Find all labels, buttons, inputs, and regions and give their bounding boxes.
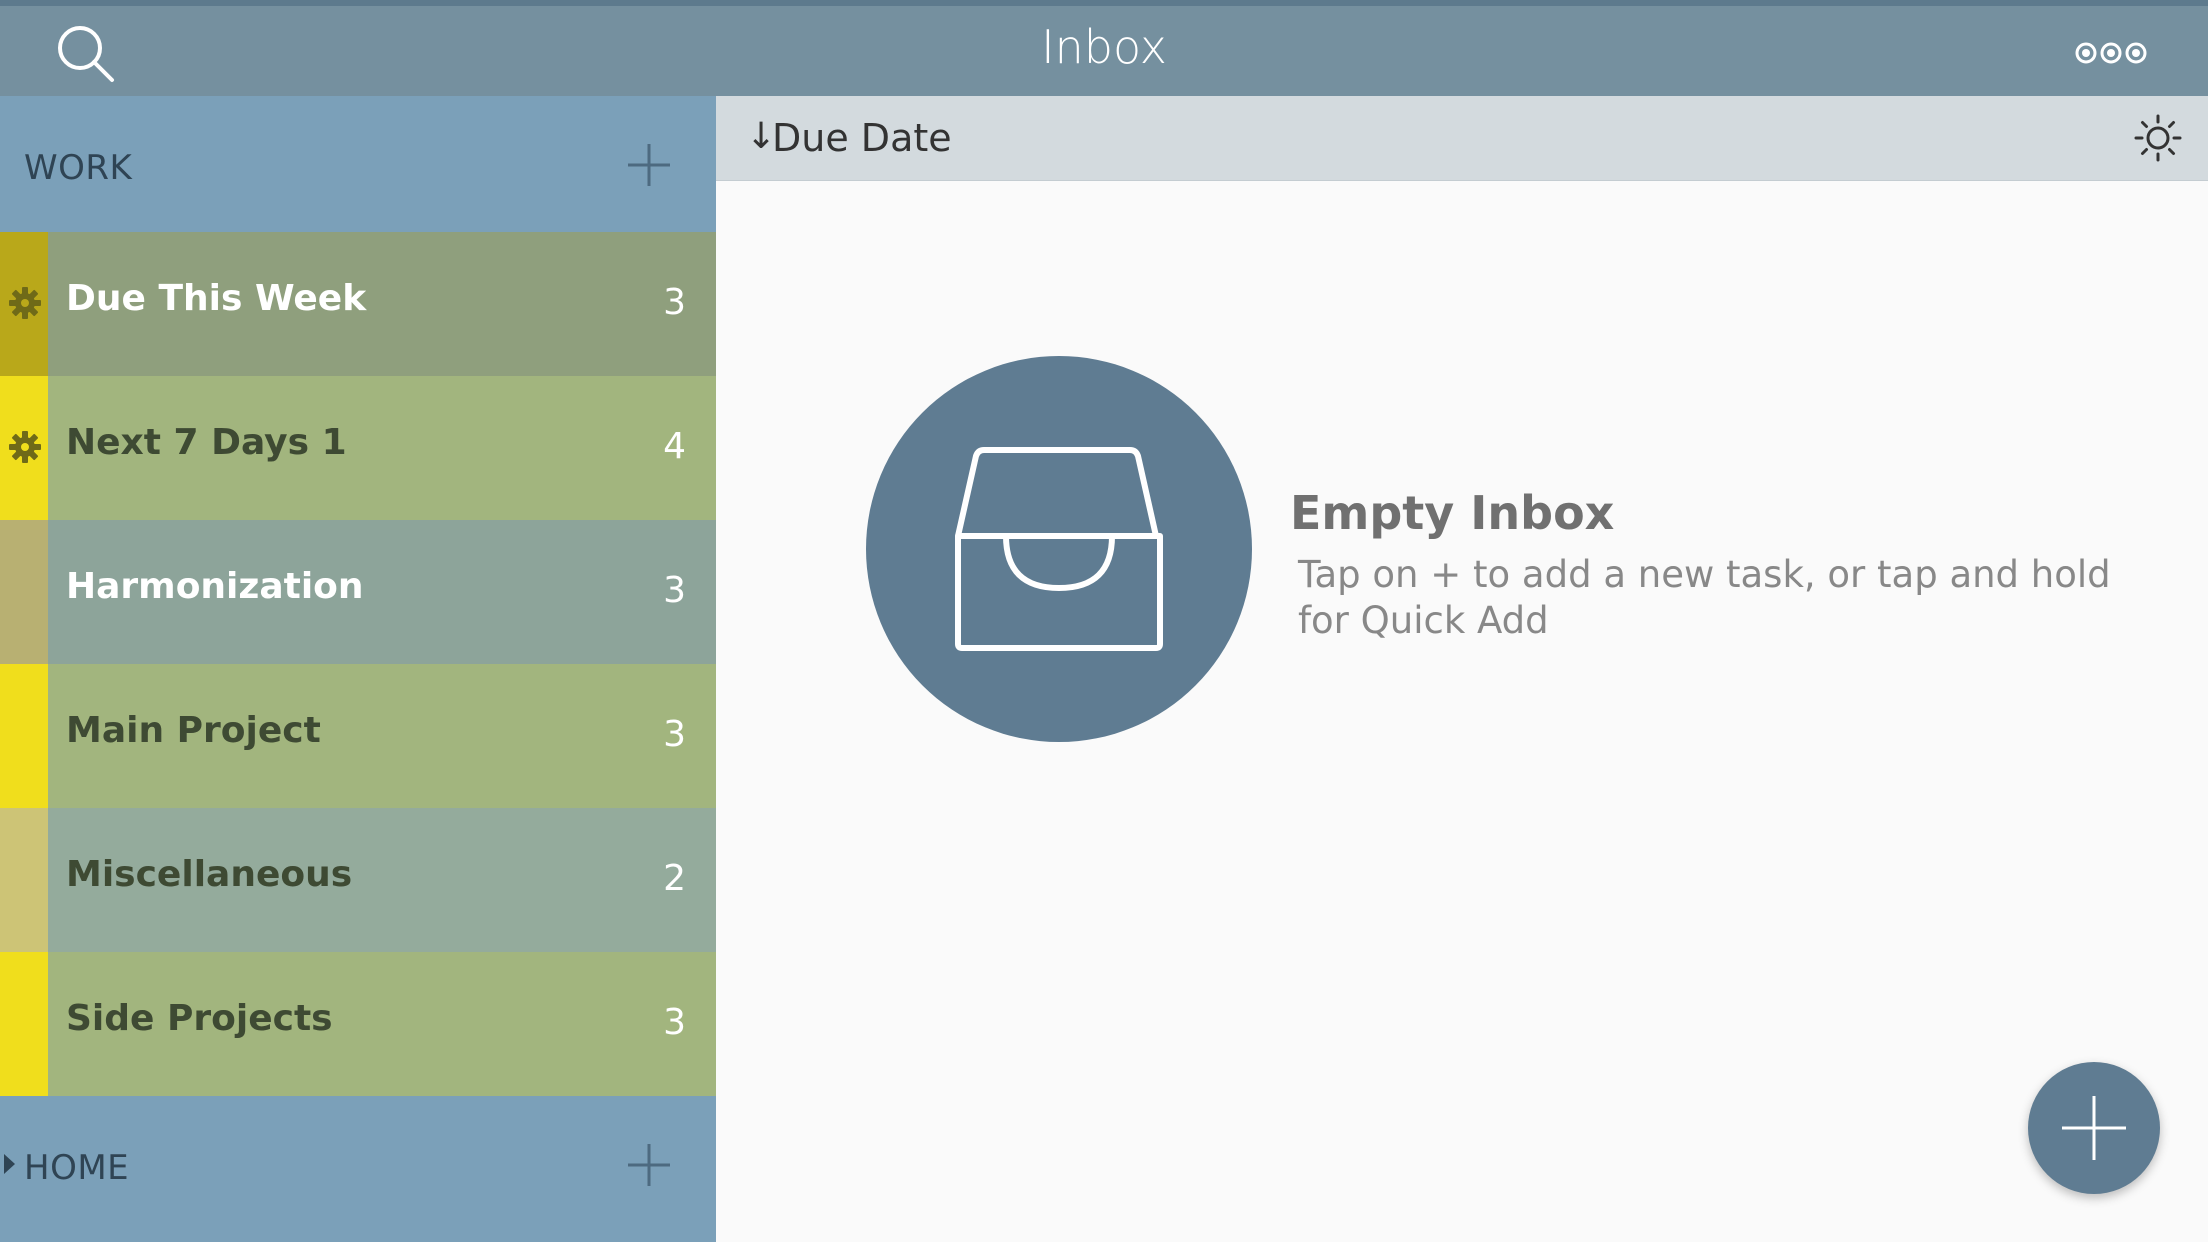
list-color-stripe (0, 520, 48, 664)
brightness-icon[interactable] (2134, 114, 2182, 162)
sidebar-item[interactable]: Next 7 Days 1 4 (0, 376, 716, 520)
smart-list-gear-icon (9, 287, 41, 319)
list-task-count: 4 (663, 426, 686, 467)
list-name: Harmonization (66, 566, 364, 607)
add-task-button[interactable] (2028, 1062, 2160, 1194)
sidebar-item[interactable]: Harmonization 3 (0, 520, 716, 664)
sort-bar[interactable]: ↓ Due Date (716, 96, 2208, 181)
add-list-work-plus-icon[interactable] (624, 140, 674, 190)
sort-label[interactable]: Due Date (772, 116, 952, 160)
sidebar-item[interactable]: Miscellaneous 2 (0, 808, 716, 952)
empty-state-title: Empty Inbox (1290, 486, 1615, 540)
section-label-home: HOME (24, 1148, 130, 1188)
section-header-home[interactable]: HOME (0, 1096, 716, 1232)
list-name: Next 7 Days 1 (66, 422, 347, 463)
more-options-icon[interactable] (2074, 38, 2148, 68)
list-task-count: 3 (663, 1002, 686, 1043)
inbox-tray-icon (866, 356, 1252, 742)
top-bar: Inbox (0, 0, 2208, 96)
sidebar-item[interactable]: Due This Week 3 (0, 232, 716, 376)
list-task-count: 3 (663, 714, 686, 755)
page-title: Inbox (1041, 20, 1167, 74)
list-color-stripe (0, 952, 48, 1096)
list-name: Due This Week (66, 278, 367, 319)
empty-state-description: Tap on + to add a new task, or tap and h… (1298, 553, 2111, 642)
list-color-stripe (0, 664, 48, 808)
list-name: Miscellaneous (66, 854, 353, 895)
list-task-count: 2 (663, 858, 686, 899)
expand-triangle-icon[interactable] (4, 1154, 15, 1174)
sidebar: WORK Due This Week 3 Next 7 Days 1 4 Harmoni… (0, 96, 716, 1242)
section-label-work: WORK (24, 148, 133, 188)
list-task-count: 3 (663, 282, 686, 323)
sidebar-item[interactable]: Side Projects 3 (0, 952, 716, 1096)
list-task-count: 3 (663, 570, 686, 611)
section-header-work[interactable]: WORK (0, 96, 716, 232)
list-name: Side Projects (66, 998, 333, 1039)
add-list-home-plus-icon[interactable] (624, 1140, 674, 1190)
list-color-stripe (0, 808, 48, 952)
list-name: Main Project (66, 710, 321, 751)
sidebar-item[interactable]: Main Project 3 (0, 664, 716, 808)
plus-icon (2062, 1096, 2126, 1160)
smart-list-gear-icon (9, 431, 41, 463)
